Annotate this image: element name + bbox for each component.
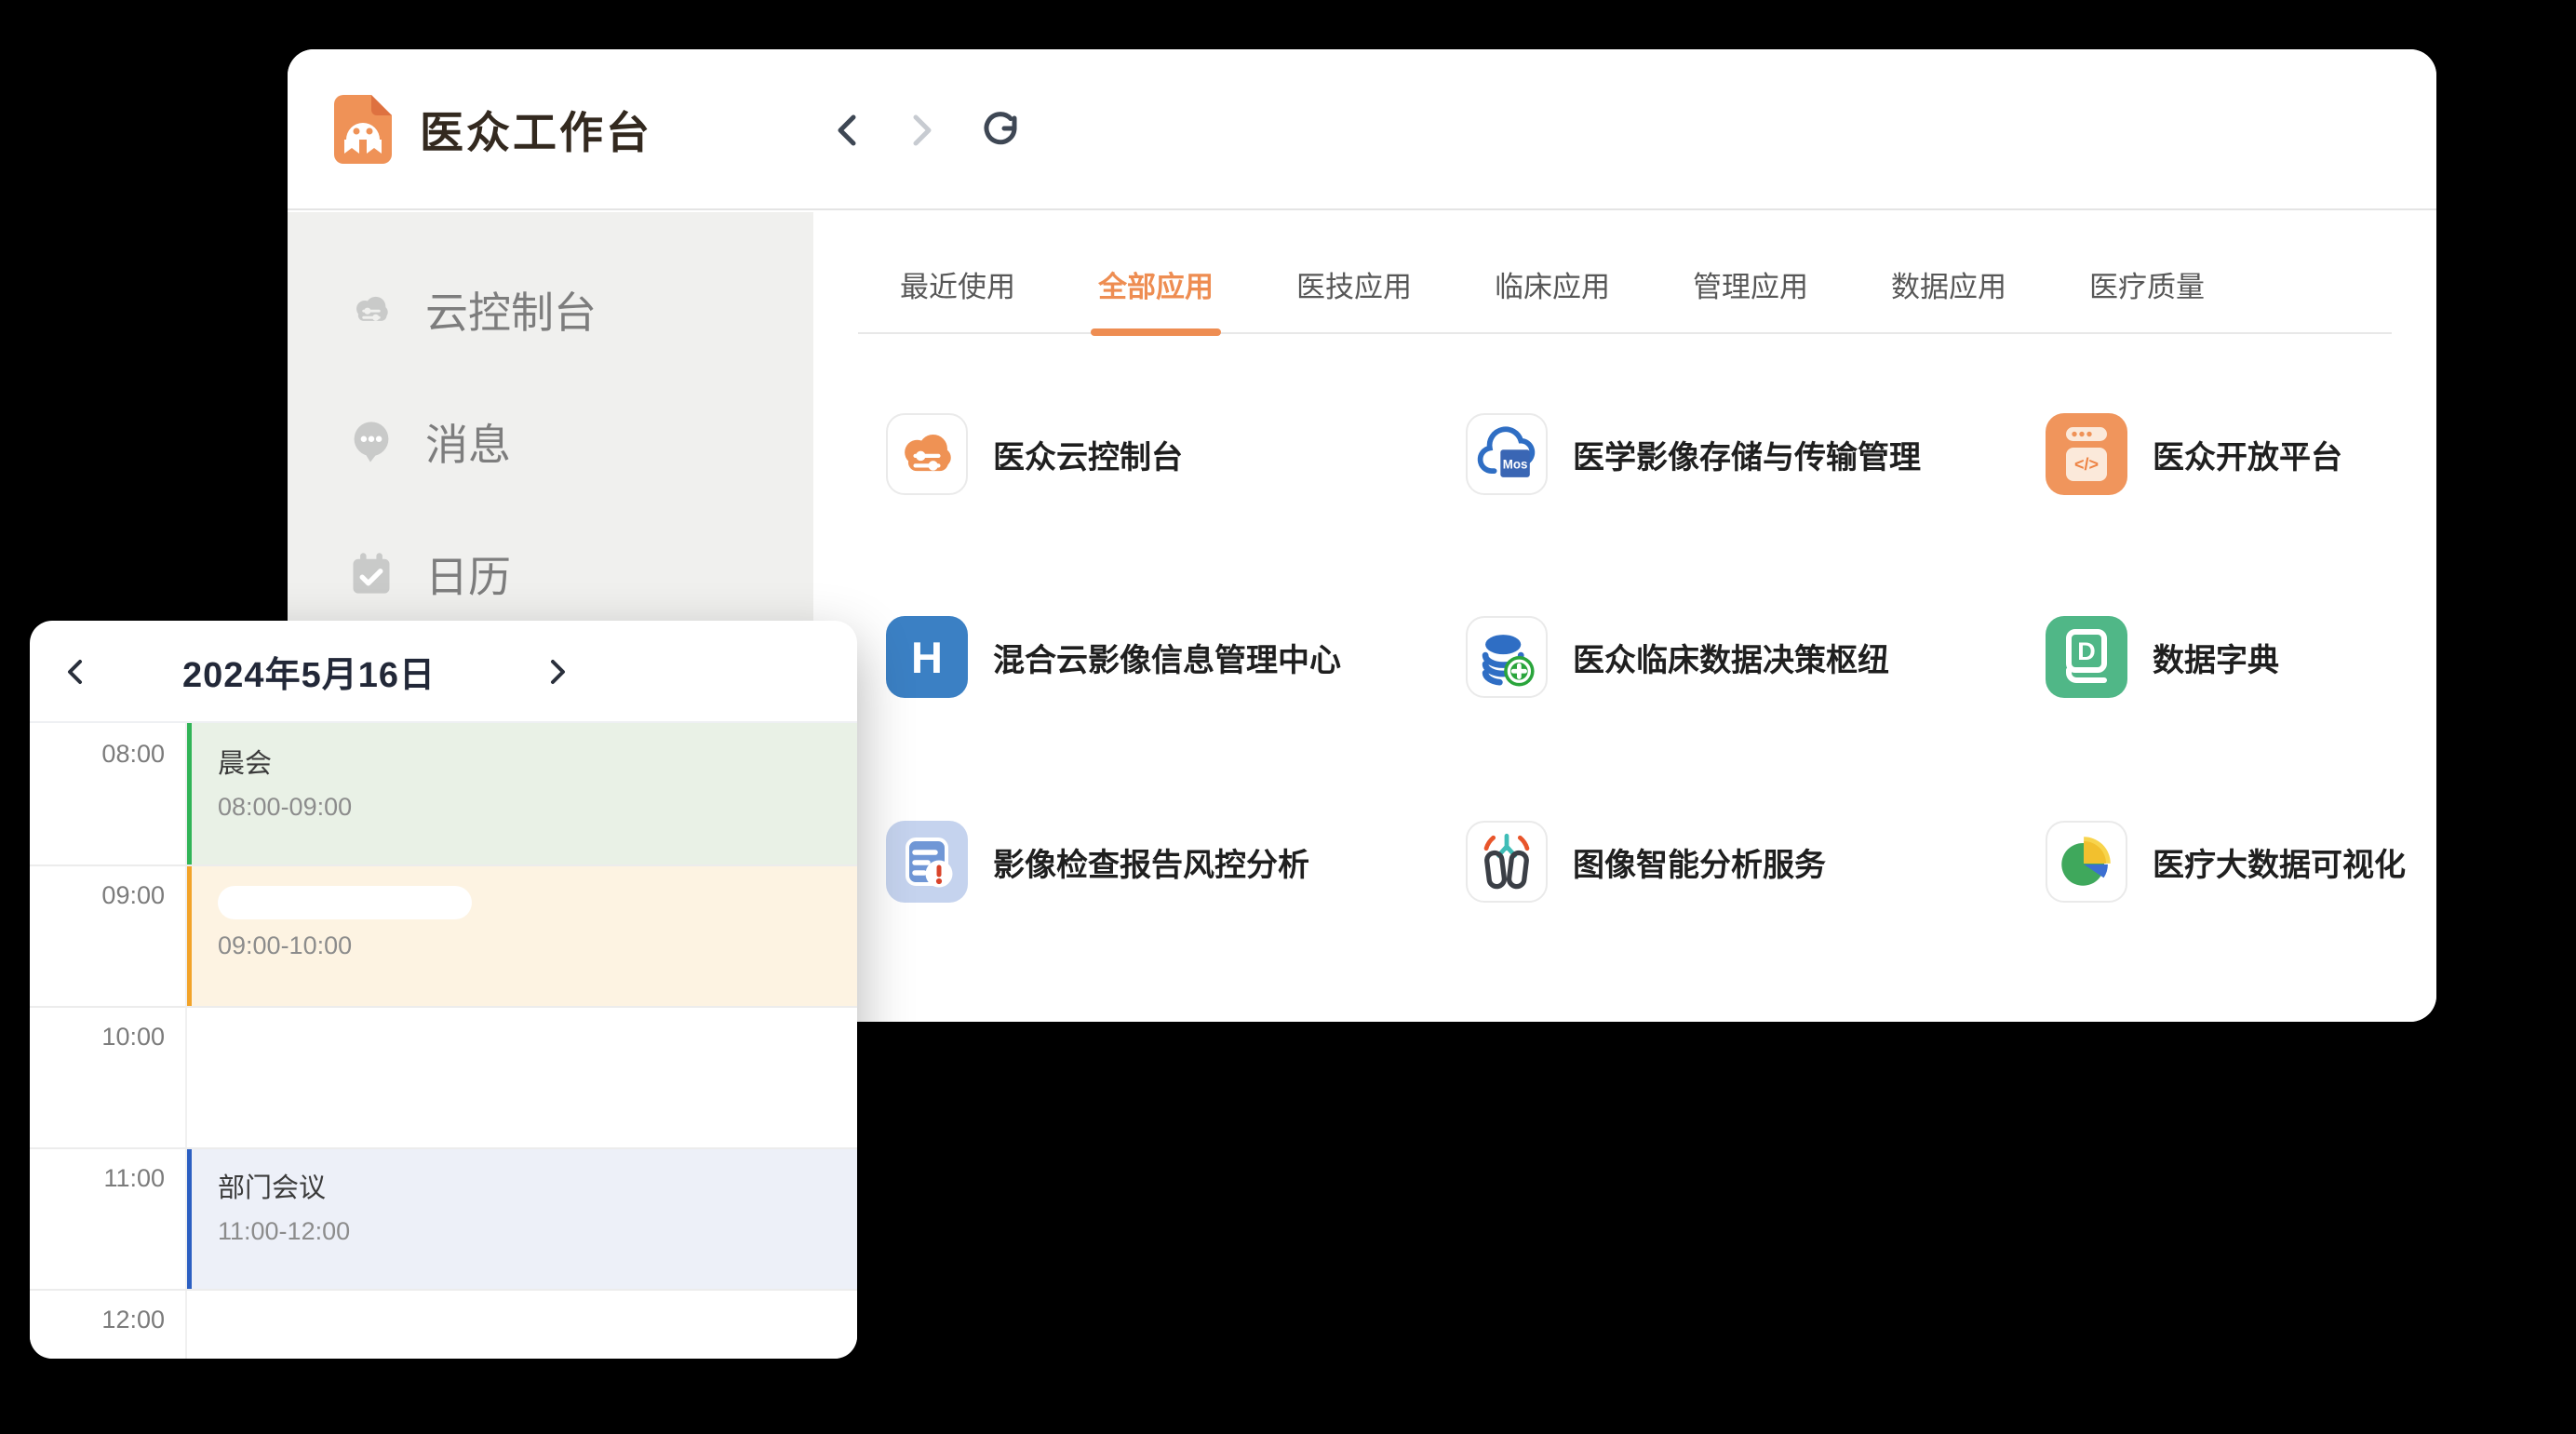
tab-clinical-apps[interactable]: 临床应用 bbox=[1495, 263, 1610, 332]
app-big-data-visualization[interactable]: 医疗大数据可视化 bbox=[2046, 821, 2406, 903]
event-title: 部门会议 bbox=[218, 1166, 857, 1205]
sidebar-item-label: 消息 bbox=[425, 411, 511, 473]
nav-back-button[interactable] bbox=[822, 104, 874, 156]
app-tabs: 最近使用 全部应用 医技应用 临床应用 管理应用 数据应用 医疗质量 bbox=[858, 212, 2392, 334]
dictionary-book-icon: D bbox=[2046, 616, 2127, 698]
app-tile bbox=[1466, 616, 1548, 698]
message-icon bbox=[347, 418, 396, 466]
calendar-panel: 2024年5月16日 晨会 08:00-09:00 09:00-10:00 部门… bbox=[30, 621, 857, 1359]
app-label: 图像智能分析服务 bbox=[1573, 839, 1826, 885]
time-label: 10:00 bbox=[30, 1023, 165, 1052]
window-header: 医众工作台 bbox=[288, 49, 2436, 210]
event-department-meeting[interactable]: 部门会议 11:00-12:00 bbox=[185, 1147, 857, 1289]
app-tile: H bbox=[886, 616, 968, 698]
hour-gridline bbox=[30, 1289, 857, 1291]
calendar-prev-day-button[interactable] bbox=[50, 646, 102, 698]
tab-medtech-apps[interactable]: 医技应用 bbox=[1296, 263, 1412, 332]
hour-gridline bbox=[30, 864, 857, 866]
mos-badge: Mos bbox=[1503, 457, 1528, 471]
app-report-risk-analysis[interactable]: 影像检查报告风控分析 bbox=[886, 821, 1309, 903]
app-tile bbox=[1466, 821, 1548, 903]
app-label: 医学影像存储与传输管理 bbox=[1573, 432, 1921, 477]
app-tile: D bbox=[2046, 616, 2127, 698]
time-label: 09:00 bbox=[30, 881, 165, 910]
hour-gridline bbox=[30, 1006, 857, 1008]
app-tile bbox=[886, 821, 968, 903]
time-gutter-divider bbox=[185, 723, 187, 1359]
app-medical-image-storage[interactable]: Mos 医学影像存储与传输管理 bbox=[1466, 413, 1921, 495]
event-time: 08:00-09:00 bbox=[218, 793, 857, 822]
tab-admin-apps[interactable]: 管理应用 bbox=[1693, 263, 1808, 332]
app-tile: </> bbox=[2046, 413, 2127, 495]
tab-data-apps[interactable]: 数据应用 bbox=[1891, 263, 2006, 332]
tab-quality[interactable]: 医疗质量 bbox=[2089, 263, 2205, 332]
report-risk-icon bbox=[886, 821, 968, 903]
tab-recent[interactable]: 最近使用 bbox=[900, 263, 1015, 332]
app-label: 混合云影像信息管理中心 bbox=[993, 635, 1341, 680]
hybrid-h-icon: H bbox=[911, 632, 943, 683]
app-data-dictionary[interactable]: D 数据字典 bbox=[2046, 616, 2279, 698]
time-label: 11:00 bbox=[30, 1164, 165, 1193]
app-label: 医疗大数据可视化 bbox=[2153, 839, 2406, 885]
sidebar-item-messages[interactable]: 消息 bbox=[288, 391, 813, 493]
app-image-ai-analysis[interactable]: 图像智能分析服务 bbox=[1466, 821, 1826, 903]
hour-gridline bbox=[30, 1147, 857, 1149]
cloud-console-icon bbox=[347, 286, 396, 334]
dictionary-letter: D bbox=[2077, 637, 2096, 665]
code-glyph: </> bbox=[2074, 455, 2099, 474]
calendar-date-title: 2024年5月16日 bbox=[137, 621, 481, 721]
app-logo-icon bbox=[321, 87, 405, 171]
event-time: 09:00-10:00 bbox=[218, 931, 857, 960]
app-tile: Mos bbox=[1466, 413, 1548, 495]
content-area: 最近使用 全部应用 医技应用 临床应用 管理应用 数据应用 医疗质量 bbox=[813, 212, 2436, 1022]
open-platform-icon: </> bbox=[2046, 413, 2127, 495]
screen: 医众工作台 bbox=[0, 0, 2576, 1434]
cloud-sliders-icon bbox=[888, 413, 966, 495]
event-title-redacted-pill bbox=[218, 886, 472, 919]
chevron-left-icon bbox=[58, 653, 95, 690]
database-plus-icon bbox=[1468, 616, 1546, 698]
calendar-next-day-button[interactable] bbox=[530, 646, 583, 698]
sidebar-item-cloud-console[interactable]: 云控制台 bbox=[288, 259, 813, 361]
calendar-header: 2024年5月16日 bbox=[30, 621, 857, 723]
app-open-platform[interactable]: </> 医众开放平台 bbox=[2046, 413, 2342, 495]
app-label: 影像检查报告风控分析 bbox=[993, 839, 1309, 885]
sidebar-item-calendar[interactable]: 日历 bbox=[288, 523, 813, 625]
app-tile bbox=[886, 413, 968, 495]
sidebar-item-label: 日历 bbox=[425, 543, 511, 605]
chevron-right-icon bbox=[895, 104, 947, 156]
event-time: 11:00-12:00 bbox=[218, 1217, 857, 1246]
app-tile bbox=[2046, 821, 2127, 903]
app-label: 数据字典 bbox=[2153, 635, 2279, 680]
app-title: 医众工作台 bbox=[420, 49, 652, 208]
lungs-ai-icon bbox=[1468, 821, 1546, 903]
calendar-icon bbox=[347, 550, 396, 598]
event-title: 晨会 bbox=[218, 742, 857, 781]
time-label: 08:00 bbox=[30, 740, 165, 769]
calendar-day-grid: 晨会 08:00-09:00 09:00-10:00 部门会议 11:00-12… bbox=[30, 723, 857, 1359]
app-label: 医众临床数据决策枢纽 bbox=[1573, 635, 1889, 680]
app-clinical-data-hub[interactable]: 医众临床数据决策枢纽 bbox=[1466, 616, 1889, 698]
app-label: 医众云控制台 bbox=[993, 432, 1183, 477]
chevron-right-icon bbox=[538, 653, 575, 690]
sidebar-item-label: 云控制台 bbox=[425, 279, 597, 341]
time-label: 12:00 bbox=[30, 1306, 165, 1334]
refresh-button[interactable] bbox=[976, 104, 1028, 156]
event-morning-meeting[interactable]: 晨会 08:00-09:00 bbox=[185, 723, 857, 864]
nav-forward-button[interactable] bbox=[895, 104, 947, 156]
event-redacted[interactable]: 09:00-10:00 bbox=[185, 864, 857, 1006]
app-label: 医众开放平台 bbox=[2153, 432, 2342, 477]
refresh-icon bbox=[976, 104, 1028, 156]
app-cloud-console[interactable]: 医众云控制台 bbox=[886, 413, 1183, 495]
pie-chart-icon bbox=[2047, 821, 2126, 903]
mos-cloud-icon: Mos bbox=[1468, 413, 1546, 495]
app-hybrid-cloud-imaging[interactable]: H 混合云影像信息管理中心 bbox=[886, 616, 1341, 698]
tab-all-apps[interactable]: 全部应用 bbox=[1098, 263, 1214, 332]
chevron-left-icon bbox=[822, 104, 874, 156]
